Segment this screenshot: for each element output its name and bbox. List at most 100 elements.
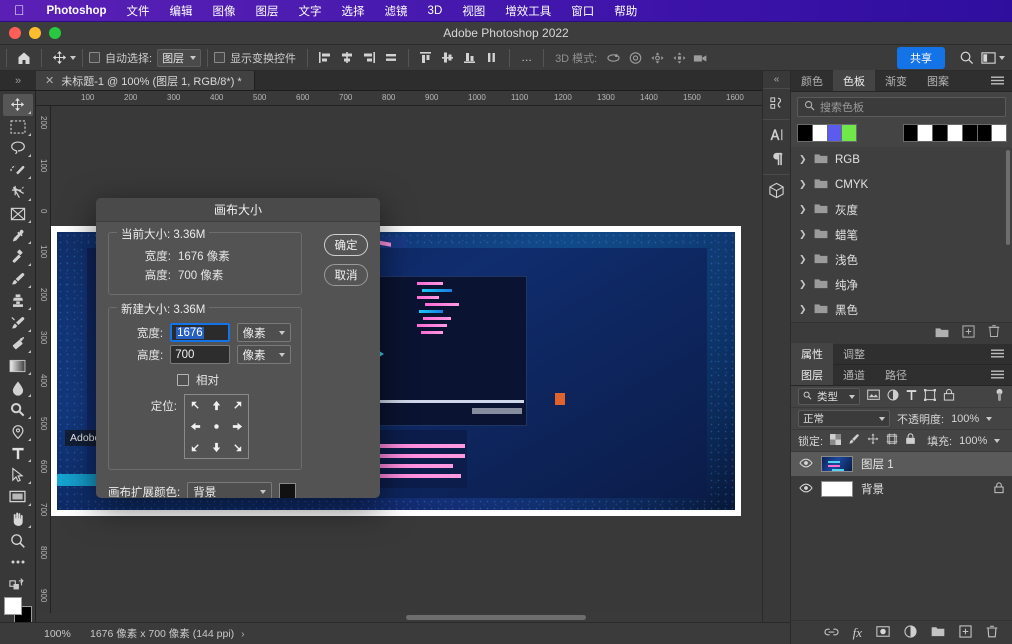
character-panel-icon[interactable] — [765, 123, 789, 147]
maximize-window-button[interactable] — [49, 27, 61, 39]
edit-toolbar-button[interactable] — [3, 551, 33, 573]
show-transform-controls-checkbox[interactable] — [214, 52, 226, 63]
menu-item-layer[interactable]: 图层 — [246, 3, 289, 19]
swatch[interactable] — [902, 124, 919, 142]
auto-select-target-dropdown[interactable]: 图层 — [157, 48, 202, 67]
panel-menu-icon[interactable] — [991, 343, 1012, 364]
scroll-thumb[interactable] — [406, 615, 586, 620]
extension-color-swatch[interactable] — [279, 483, 297, 498]
anchor-middle-right[interactable] — [227, 416, 248, 437]
link-layers-icon[interactable] — [824, 626, 839, 640]
type-tool[interactable] — [3, 443, 33, 465]
blend-mode-dropdown[interactable]: 正常 — [798, 410, 890, 427]
swatch-list-scrollbar[interactable] — [1006, 150, 1010, 245]
fill-chevron-icon[interactable] — [994, 438, 1001, 443]
relative-checkbox[interactable] — [177, 374, 189, 386]
zoom-tool[interactable] — [3, 530, 33, 552]
clone-stamp-tool[interactable] — [3, 290, 33, 312]
layer-filter-type-dropdown[interactable]: 类型 — [798, 388, 860, 405]
layer-thumbnail[interactable] — [821, 456, 853, 472]
3d-panel-icon[interactable] — [765, 178, 789, 202]
opacity-value[interactable]: 100% — [951, 413, 979, 425]
distribute-v-icon[interactable] — [481, 48, 503, 68]
opacity-chevron-icon[interactable] — [986, 416, 993, 421]
swatch-folder-pure[interactable]: ❯ 纯净 — [791, 272, 1012, 297]
menu-item-help[interactable]: 帮助 — [604, 3, 647, 19]
hand-tool[interactable] — [3, 508, 33, 530]
blur-tool[interactable] — [3, 377, 33, 399]
filter-image-icon[interactable] — [867, 389, 880, 404]
layer-lock-icon[interactable] — [994, 481, 1004, 497]
tab-swatches[interactable]: 色板 — [833, 70, 875, 91]
filter-smart-icon[interactable] — [943, 388, 955, 404]
tab-adjustments[interactable]: 调整 — [833, 343, 875, 364]
new-width-unit-dropdown[interactable]: 像素 — [236, 323, 291, 342]
tab-layers[interactable]: 图层 — [791, 364, 833, 385]
anchor-top-left[interactable] — [185, 395, 206, 416]
zoom-level[interactable]: 100% — [0, 628, 90, 640]
menu-item-image[interactable]: 图像 — [203, 3, 246, 19]
default-swap-colors[interactable] — [3, 573, 33, 595]
filter-shape-icon[interactable] — [924, 389, 936, 404]
eyedropper-tool[interactable] — [3, 225, 33, 247]
new-height-unit-dropdown[interactable]: 像素 — [236, 345, 291, 364]
new-layer-icon[interactable] — [959, 624, 972, 641]
close-window-button[interactable] — [9, 27, 21, 39]
collapse-chevrons-icon[interactable]: » — [0, 71, 36, 90]
anchor-middle-left[interactable] — [185, 416, 206, 437]
share-button[interactable]: 共享 — [897, 46, 945, 69]
swatch-folder-dark[interactable]: ❯ 黑色 — [791, 297, 1012, 322]
quick-selection-tool[interactable] — [3, 159, 33, 181]
anchor-center[interactable] — [206, 416, 227, 437]
new-group-icon[interactable] — [931, 626, 945, 640]
pen-tool[interactable] — [3, 421, 33, 443]
swatch[interactable] — [946, 124, 963, 142]
tab-paths[interactable]: 路径 — [875, 364, 917, 385]
new-width-input[interactable]: 1676 — [170, 323, 230, 342]
tab-channels[interactable]: 通道 — [833, 364, 875, 385]
healing-brush-tool[interactable] — [3, 246, 33, 268]
path-selection-tool[interactable] — [3, 464, 33, 486]
roll-3d-icon[interactable] — [624, 48, 646, 68]
tab-color[interactable]: 颜色 — [791, 70, 833, 91]
swatch-folder-rgb[interactable]: ❯ RGB — [791, 147, 1012, 172]
anchor-top-center[interactable] — [206, 395, 227, 416]
menu-item-edit[interactable]: 编辑 — [160, 3, 203, 19]
crop-tool[interactable] — [3, 181, 33, 203]
camera-3d-icon[interactable] — [690, 48, 712, 68]
swatch-folder-light[interactable]: ❯ 浅色 — [791, 247, 1012, 272]
ok-button[interactable]: 确定 — [324, 234, 368, 256]
chevron-right-icon[interactable]: › — [234, 628, 245, 640]
menu-item-file[interactable]: 文件 — [117, 3, 160, 19]
gradient-tool[interactable] — [3, 355, 33, 377]
search-icon[interactable] — [955, 48, 977, 68]
workspace-icon[interactable] — [977, 48, 999, 68]
swatch[interactable] — [917, 124, 934, 142]
filter-adjustment-icon[interactable] — [887, 389, 899, 404]
filter-power-icon[interactable] — [994, 388, 1005, 406]
apple-logo-icon[interactable]:  — [10, 3, 37, 19]
new-height-input[interactable]: 700 — [170, 345, 230, 364]
fill-value[interactable]: 100% — [959, 435, 987, 447]
more-options-button[interactable]: … — [516, 52, 537, 64]
align-right-icon[interactable] — [358, 48, 380, 68]
distribute-h-icon[interactable] — [380, 48, 402, 68]
anchor-bottom-right[interactable] — [227, 437, 248, 458]
canvas-horizontal-scrollbar[interactable] — [36, 613, 790, 622]
dodge-tool[interactable] — [3, 399, 33, 421]
rectangle-tool[interactable] — [3, 486, 33, 508]
minimize-window-button[interactable] — [29, 27, 41, 39]
panel-menu-icon[interactable] — [991, 70, 1012, 91]
adjustment-layer-icon[interactable] — [904, 624, 917, 641]
brush-tool[interactable] — [3, 268, 33, 290]
tab-properties[interactable]: 属性 — [791, 343, 833, 364]
layer-row-2[interactable]: 背景 — [791, 477, 1012, 502]
swatch-folder-grayscale[interactable]: ❯ 灰度 — [791, 197, 1012, 222]
document-tab[interactable]: ✕ 未标题-1 @ 100% (图层 1, RGB/8*) * — [36, 71, 255, 90]
menu-item-select[interactable]: 选择 — [332, 3, 375, 19]
menu-item-plugins[interactable]: 增效工具 — [495, 3, 561, 19]
frame-tool[interactable] — [3, 203, 33, 225]
history-brush-tool[interactable] — [3, 312, 33, 334]
move-tool-preset-caret[interactable] — [70, 55, 76, 60]
layer-row-1[interactable]: 图层 1 — [791, 452, 1012, 477]
